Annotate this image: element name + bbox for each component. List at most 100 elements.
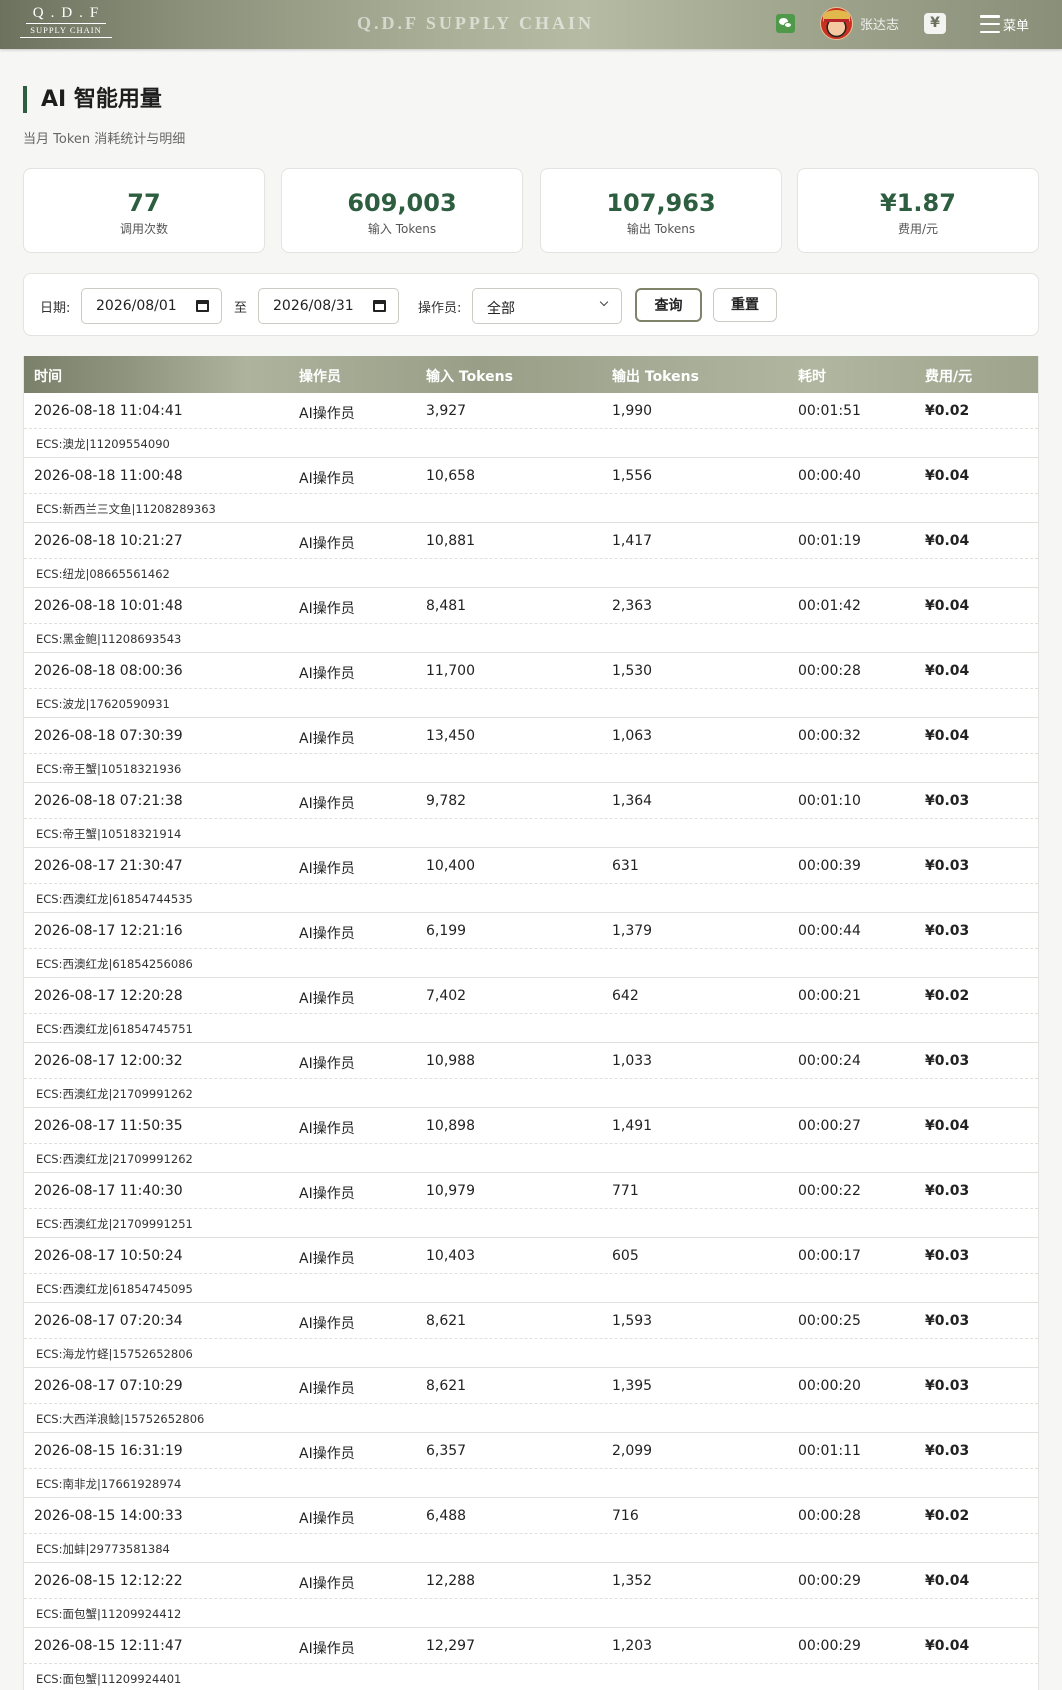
- cell-fee: ¥0.04: [925, 598, 970, 614]
- table-row[interactable]: 2026-08-15 16:31:19 AI操作员 6,357 2,099 00:01:…: [24, 1433, 1038, 1498]
- table-row[interactable]: 2026-08-17 11:40:30 AI操作员 10,979 771 00:00:2…: [24, 1173, 1038, 1238]
- table-row[interactable]: 2026-08-18 08:00:36 AI操作员 11,700 1,530 00:00…: [24, 653, 1038, 718]
- stat-label: 输出 Tokens: [626, 222, 696, 236]
- table-row[interactable]: 2026-08-18 10:01:48 AI操作员 8,481 2,363 00:01:…: [24, 588, 1038, 653]
- stat-label: 输入 Tokens: [367, 222, 437, 236]
- cell-fee: ¥0.04: [925, 468, 970, 484]
- table-header: 时间 操作员 输入 Tokens 输出 Tokens 耗时 费用/元: [24, 356, 1038, 393]
- table-row[interactable]: 2026-08-17 12:20:28 AI操作员 7,402 642 00:00:21…: [24, 978, 1038, 1043]
- query-button[interactable]: 查询: [635, 288, 702, 322]
- calendar-icon[interactable]: [196, 300, 209, 312]
- menu-label: 菜单: [1003, 18, 1030, 34]
- cell-input-tokens: 3,927: [426, 403, 467, 419]
- yen-icon[interactable]: ¥: [924, 13, 946, 34]
- cell-input-tokens: 10,881: [426, 533, 475, 549]
- calendar-icon[interactable]: [373, 300, 386, 312]
- cell-time: 2026-08-15 14:00:33: [34, 1508, 183, 1524]
- cell-input-tokens: 6,488: [426, 1508, 467, 1524]
- operator-selected-value: 全部: [487, 301, 515, 317]
- cell-operator: AI操作员: [299, 1511, 355, 1527]
- cell-input-tokens: 11,700: [426, 663, 475, 679]
- column-header-output-tokens: 输出 Tokens: [612, 369, 699, 385]
- cell-duration: 00:00:17: [798, 1248, 861, 1264]
- table-body: 2026-08-18 11:04:41 AI操作员 3,927 1,990 00:01:…: [24, 393, 1038, 1690]
- cell-input-tokens: 10,403: [426, 1248, 475, 1264]
- table-row-main: 2026-08-17 10:50:24 AI操作员 10,403 605 00:00:1…: [24, 1238, 1038, 1274]
- cell-output-tokens: 1,556: [612, 468, 653, 484]
- cell-input-tokens: 7,402: [426, 988, 467, 1004]
- cell-ecs-reference: ECS:西澳红龙|21709991262: [36, 1087, 193, 1101]
- cell-output-tokens: 2,099: [612, 1443, 653, 1459]
- wechat-icon[interactable]: [776, 14, 795, 33]
- table-row[interactable]: 2026-08-18 11:00:48 AI操作员 10,658 1,556 00:00…: [24, 458, 1038, 523]
- table-row-main: 2026-08-18 11:00:48 AI操作员 10,658 1,556 00:00…: [24, 458, 1038, 494]
- table-row[interactable]: 2026-08-15 14:00:33 AI操作员 6,488 716 00:00:28…: [24, 1498, 1038, 1563]
- cell-duration: 00:01:11: [798, 1443, 861, 1459]
- date-to-label: 至: [234, 301, 248, 316]
- cell-output-tokens: 1,990: [612, 403, 653, 419]
- user-name[interactable]: 张达志: [860, 14, 899, 33]
- start-date-input[interactable]: 2026/08/01: [81, 288, 222, 324]
- table-row-main: 2026-08-17 12:00:32 AI操作员 10,988 1,033 00:00…: [24, 1043, 1038, 1079]
- cell-operator: AI操作员: [299, 1251, 355, 1267]
- user-avatar[interactable]: [820, 7, 853, 40]
- table-row-main: 2026-08-17 12:20:28 AI操作员 7,402 642 00:00:21…: [24, 978, 1038, 1014]
- cell-time: 2026-08-17 21:30:47: [34, 858, 183, 874]
- table-row[interactable]: 2026-08-18 07:30:39 AI操作员 13,450 1,063 00:00…: [24, 718, 1038, 783]
- cell-time: 2026-08-17 07:10:29: [34, 1378, 183, 1394]
- cell-ecs-reference: ECS:南非龙|17661928974: [36, 1477, 182, 1491]
- table-row[interactable]: 2026-08-18 10:21:27 AI操作员 10,881 1,417 00:01…: [24, 523, 1038, 588]
- cell-input-tokens: 10,988: [426, 1053, 475, 1069]
- cell-fee: ¥0.03: [925, 1248, 970, 1264]
- cell-duration: 00:00:24: [798, 1053, 861, 1069]
- cell-input-tokens: 10,658: [426, 468, 475, 484]
- table-row[interactable]: 2026-08-17 10:50:24 AI操作员 10,403 605 00:00:1…: [24, 1238, 1038, 1303]
- cell-input-tokens: 6,357: [426, 1443, 467, 1459]
- cell-duration: 00:00:22: [798, 1183, 861, 1199]
- cell-ecs-reference: ECS:西澳红龙|21709991262: [36, 1152, 193, 1166]
- table-row[interactable]: 2026-08-17 12:00:32 AI操作员 10,988 1,033 00:00…: [24, 1043, 1038, 1108]
- table-row[interactable]: 2026-08-17 12:21:16 AI操作员 6,199 1,379 00:00:…: [24, 913, 1038, 978]
- table-row[interactable]: 2026-08-15 12:11:47 AI操作员 12,297 1,203 00:00…: [24, 1628, 1038, 1690]
- menu-button[interactable]: 菜单: [980, 11, 1029, 37]
- cell-duration: 00:00:21: [798, 988, 861, 1004]
- cell-operator: AI操作员: [299, 991, 355, 1007]
- cell-ecs-reference: ECS:澳龙|11209554090: [36, 437, 170, 451]
- cell-time: 2026-08-18 08:00:36: [34, 663, 183, 679]
- table-row[interactable]: 2026-08-18 07:21:38 AI操作员 9,782 1,364 00:01:…: [24, 783, 1038, 848]
- cell-ecs-reference: ECS:帝王蟹|10518321914: [36, 827, 182, 841]
- page-subtitle: 当月 Token 消耗统计与明细: [23, 132, 186, 147]
- cell-operator: AI操作员: [299, 471, 355, 487]
- table-row-main: 2026-08-15 16:31:19 AI操作员 6,357 2,099 00:01:…: [24, 1433, 1038, 1469]
- column-header-input-tokens: 输入 Tokens: [426, 369, 513, 385]
- cell-operator: AI操作员: [299, 666, 355, 682]
- cell-duration: 00:00:32: [798, 728, 861, 744]
- cell-fee: ¥0.03: [925, 858, 970, 874]
- table-row-main: 2026-08-17 11:40:30 AI操作员 10,979 771 00:00:2…: [24, 1173, 1038, 1209]
- cell-output-tokens: 631: [612, 858, 639, 874]
- table-row[interactable]: 2026-08-18 11:04:41 AI操作员 3,927 1,990 00:01:…: [24, 393, 1038, 458]
- cell-operator: AI操作员: [299, 731, 355, 747]
- cell-output-tokens: 1,491: [612, 1118, 653, 1134]
- reset-button[interactable]: 重置: [713, 288, 777, 322]
- cell-duration: 00:00:28: [798, 1508, 861, 1524]
- end-date-input[interactable]: 2026/08/31: [258, 288, 399, 324]
- cell-time: 2026-08-18 10:01:48: [34, 598, 183, 614]
- brand-logo[interactable]: Q.D.F SUPPLY CHAIN: [20, 5, 112, 43]
- table-row[interactable]: 2026-08-17 07:10:29 AI操作员 8,621 1,395 00:00:…: [24, 1368, 1038, 1433]
- cell-time: 2026-08-17 11:50:35: [34, 1118, 183, 1134]
- cell-duration: 00:00:28: [798, 663, 861, 679]
- table-row[interactable]: 2026-08-17 11:50:35 AI操作员 10,898 1,491 00:00…: [24, 1108, 1038, 1173]
- cell-fee: ¥0.03: [925, 1378, 970, 1394]
- cell-output-tokens: 642: [612, 988, 639, 1004]
- operator-select[interactable]: 全部: [472, 288, 622, 324]
- table-row[interactable]: 2026-08-15 12:12:22 AI操作员 12,288 1,352 00:00…: [24, 1563, 1038, 1628]
- cell-time: 2026-08-17 10:50:24: [34, 1248, 183, 1264]
- stat-value: 609,003: [347, 189, 457, 217]
- cell-time: 2026-08-17 11:40:30: [34, 1183, 183, 1199]
- cell-fee: ¥0.02: [925, 988, 970, 1004]
- table-row[interactable]: 2026-08-17 21:30:47 AI操作员 10,400 631 00:00:3…: [24, 848, 1038, 913]
- cell-time: 2026-08-18 10:21:27: [34, 533, 183, 549]
- column-header-fee: 费用/元: [925, 369, 973, 385]
- table-row[interactable]: 2026-08-17 07:20:34 AI操作员 8,621 1,593 00:00:…: [24, 1303, 1038, 1368]
